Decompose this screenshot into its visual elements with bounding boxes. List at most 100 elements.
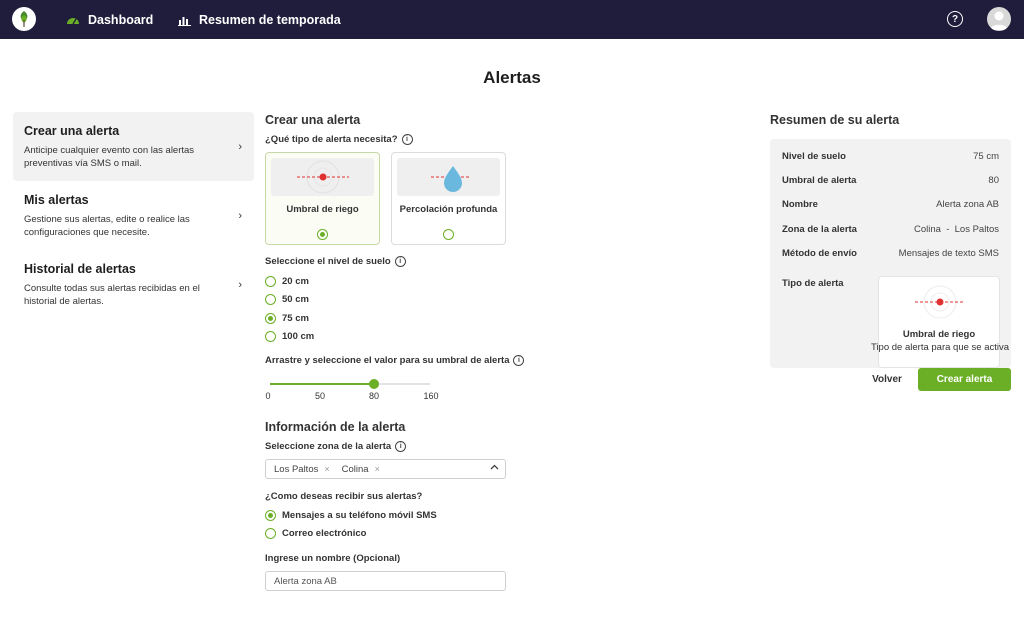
soil-level-radio[interactable] (265, 294, 276, 305)
remove-icon[interactable]: × (324, 464, 329, 474)
top-navigation-bar: Dashboard Resumen de temporada ? (0, 0, 1024, 39)
soil-level-option-label: 50 cm (282, 294, 309, 305)
delivery-option[interactable]: Correo electrónico (265, 528, 366, 539)
soil-level-radio[interactable] (265, 331, 276, 342)
nav-dashboard-label: Dashboard (88, 12, 154, 27)
alert-type-card-irrigation[interactable]: Umbral de riego (265, 152, 380, 245)
alert-type-radio[interactable] (443, 229, 454, 240)
alert-info-title: Información de la alerta (265, 420, 406, 434)
menu-item-desc: Consulte todas sus alertas recibidas en … (24, 283, 200, 307)
soil-level-option-label: 75 cm (282, 313, 309, 324)
zone-label-text: Seleccione zona de la alerta (265, 441, 392, 452)
soil-level-option[interactable]: 75 cm (265, 313, 309, 324)
alert-type-card-label: Umbral de riego (286, 204, 359, 215)
water-drop-icon (397, 158, 500, 196)
user-avatar-icon[interactable] (987, 7, 1011, 31)
delivery-option-label: Correo electrónico (282, 528, 367, 539)
slider-tick-label: 50 (314, 391, 326, 401)
menu-item-desc: Anticipe cualquier evento con las alerta… (24, 145, 195, 169)
create-alert-title: Crear una alerta (265, 113, 361, 127)
menu-item-alert-history[interactable]: Historial de alertas Consulte todas sus … (13, 250, 254, 319)
soil-level-option-label: 20 cm (282, 276, 309, 287)
menu-item-title: Mis alertas (24, 193, 89, 207)
delivery-radio[interactable] (265, 510, 276, 521)
back-button[interactable]: Volver (862, 369, 912, 390)
summary-row: Zona de la alerta Colina - Los Paltos (782, 224, 999, 235)
question-circle-icon[interactable]: ? (947, 11, 963, 27)
slider-fill (270, 383, 374, 385)
delivery-option[interactable]: Mensajes a su teléfono móvil SMS (265, 510, 437, 521)
menu-item-my-alerts[interactable]: Mis alertas Gestione sus alertas, edite … (13, 181, 254, 250)
summary-type-card-title: Umbral de riego (902, 329, 976, 340)
zone-chip-label: Los Paltos (274, 463, 319, 475)
name-label: Ingrese un nombre (Opcional) (265, 553, 401, 564)
summary-row: Umbral de alerta 80 (782, 175, 999, 186)
create-alert-button[interactable]: Crear alerta (918, 368, 1011, 391)
chevron-right-icon: › (238, 140, 242, 153)
alert-type-label: ¿Qué tipo de alerta necesita? i (265, 134, 413, 145)
slider-handle[interactable] (369, 379, 379, 389)
summary-title: Resumen de su alerta (770, 113, 900, 127)
slider-tick-label: 80 (368, 391, 380, 401)
summary-type-card: Umbral de riego Tipo de alerta para que … (871, 276, 1009, 368)
threshold-line-icon (271, 158, 374, 196)
zone-multiselect[interactable]: Los Paltos × Colina × (265, 459, 506, 479)
menu-item-title: Crear una alerta (24, 124, 120, 138)
summary-panel: Nivel de suelo 75 cm Umbral de alerta 80… (770, 139, 1011, 368)
summary-row: Nivel de suelo 75 cm (782, 151, 999, 162)
alert-type-card-label: Percolación profunda (399, 204, 498, 215)
menu-item-desc: Gestione sus alertas, edite o realice la… (24, 214, 190, 238)
soil-level-option[interactable]: 20 cm (265, 276, 309, 287)
menu-item-create-alert[interactable]: Crear una alerta Anticipe cualquier even… (13, 112, 254, 181)
summary-key: Método de envío (782, 248, 857, 259)
alert-type-card-percolation[interactable]: Percolación profunda (391, 152, 506, 245)
info-icon[interactable]: i (395, 441, 407, 452)
summary-key: Nombre (782, 199, 818, 210)
summary-row: Método de envío Mensajes de texto SMS (782, 248, 999, 259)
delivery-radio[interactable] (265, 528, 276, 539)
summary-value: Alerta zona AB (936, 199, 999, 210)
soil-level-label-text: Seleccione el nivel de suelo (265, 256, 391, 267)
threshold-label-text: Arrastre y seleccione el valor para su u… (265, 355, 510, 366)
threshold-slider[interactable] (270, 379, 430, 389)
gauge-icon (66, 15, 80, 25)
alert-type-label-text: ¿Qué tipo de alerta necesita? (265, 134, 398, 145)
info-icon[interactable]: i (513, 355, 525, 366)
summary-type-card-subtitle: Tipo de alerta para que se activa (871, 342, 1010, 353)
alert-name-field[interactable]: Alerta zona AB (265, 571, 506, 591)
chevron-right-icon: › (238, 278, 242, 291)
summary-key: Nivel de suelo (782, 151, 846, 162)
summary-key: Zona de la alerta (782, 224, 857, 235)
zone-chip: Los Paltos × (274, 464, 330, 475)
page-title: Alertas (483, 68, 541, 87)
summary-value: 80 (988, 175, 999, 186)
soil-level-radio[interactable] (265, 276, 276, 287)
zone-chip-label: Colina (341, 463, 369, 475)
zone-chip: Colina × (342, 464, 380, 475)
remove-icon[interactable]: × (375, 464, 380, 474)
chevron-up-icon[interactable] (490, 463, 499, 474)
nav-season-summary-label: Resumen de temporada (199, 12, 341, 27)
delivery-option-label: Mensajes a su teléfono móvil SMS (282, 510, 437, 521)
soil-level-option[interactable]: 50 cm (265, 294, 309, 305)
soil-level-option[interactable]: 100 cm (265, 331, 314, 342)
slider-tick-label: 160 (423, 391, 439, 401)
alert-type-radio[interactable] (317, 229, 328, 240)
soil-level-label: Seleccione el nivel de suelo i (265, 256, 406, 267)
summary-value: 75 cm (973, 151, 999, 162)
summary-key: Umbral de alerta (782, 175, 857, 186)
nav-season-summary[interactable]: Resumen de temporada (178, 0, 341, 39)
bar-chart-icon (178, 14, 191, 26)
summary-value: Colina - Los Paltos (913, 224, 999, 235)
delivery-label: ¿Como deseas recibir sus alertas? (265, 491, 423, 502)
soil-level-radio[interactable] (265, 313, 276, 324)
menu-item-title: Historial de alertas (24, 262, 136, 276)
chevron-right-icon: › (238, 209, 242, 222)
threshold-line-icon (915, 285, 965, 319)
slider-tick-label: 0 (265, 391, 271, 401)
nav-dashboard[interactable]: Dashboard (66, 0, 153, 39)
info-icon[interactable]: i (401, 134, 413, 145)
tree-logo-icon[interactable] (12, 7, 36, 31)
summary-value: Mensajes de texto SMS (898, 248, 999, 259)
info-icon[interactable]: i (394, 256, 406, 267)
